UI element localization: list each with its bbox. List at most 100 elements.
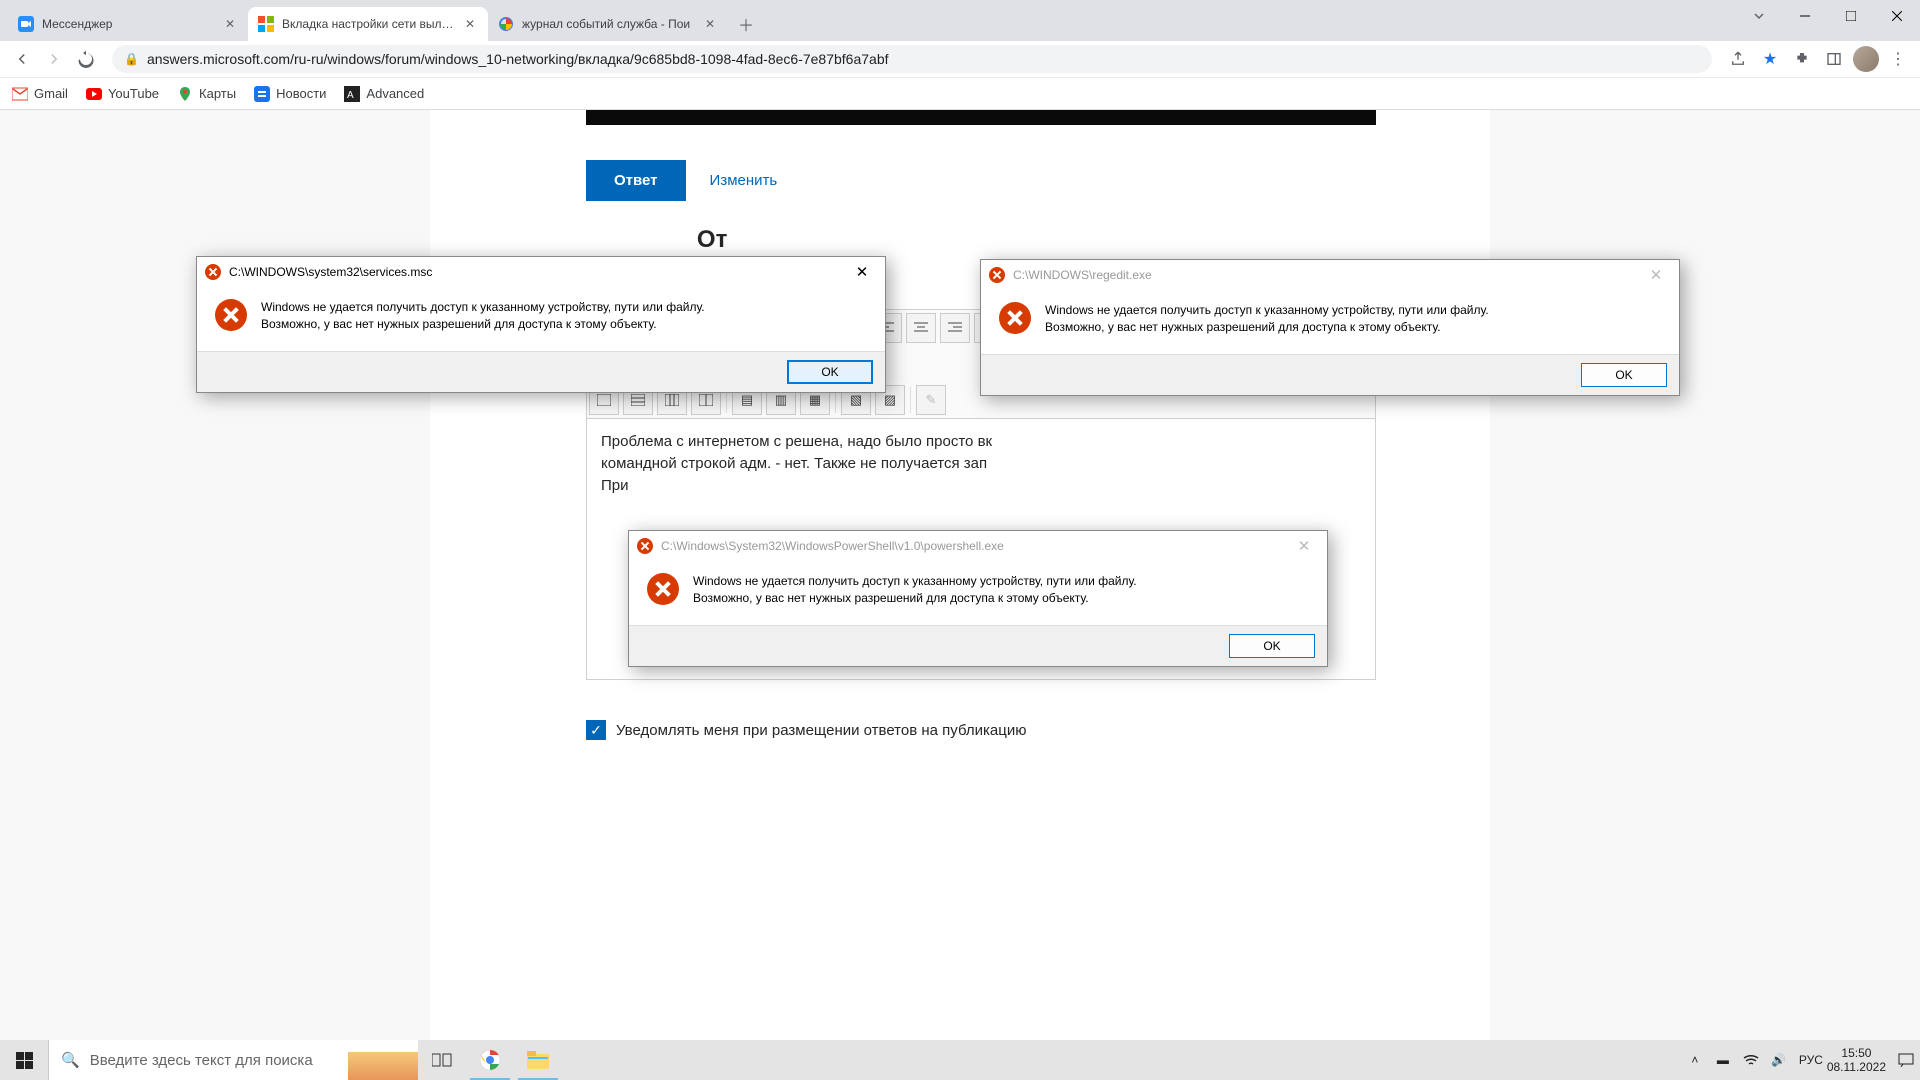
- taskbar: 🔍 Введите здесь текст для поиска ˄ ▬ 🔊 Р…: [0, 1040, 1920, 1080]
- search-placeholder: Введите здесь текст для поиска: [90, 1052, 313, 1069]
- answer-button[interactable]: Ответ: [586, 160, 686, 201]
- browser-tab-strip: Мессенджер ✕ Вкладка настройки сети выле…: [0, 0, 1920, 41]
- back-button[interactable]: [8, 45, 36, 73]
- url-input[interactable]: 🔒 answers.microsoft.com/ru-ru/windows/fo…: [112, 45, 1712, 73]
- notify-checkbox[interactable]: ✓: [586, 720, 606, 740]
- profile-avatar[interactable]: [1852, 45, 1880, 73]
- share-icon[interactable]: [1724, 45, 1752, 73]
- wifi-icon[interactable]: [1743, 1054, 1759, 1066]
- dialog-close-button[interactable]: ✕: [1641, 266, 1671, 284]
- tab-search-icon[interactable]: [1736, 0, 1782, 32]
- extensions-icon[interactable]: [1788, 45, 1816, 73]
- error-icon: [989, 267, 1005, 283]
- tab-messenger[interactable]: Мессенджер ✕: [8, 7, 248, 41]
- taskbar-chrome[interactable]: [466, 1040, 514, 1080]
- language-indicator[interactable]: РУС: [1799, 1053, 1815, 1067]
- dialog-title-text: C:\Windows\System32\WindowsPowerShell\v1…: [661, 539, 1004, 553]
- lock-icon: 🔒: [124, 52, 139, 66]
- bookmark-label: Gmail: [34, 86, 68, 101]
- search-decoration: [348, 1052, 418, 1080]
- start-button[interactable]: [0, 1040, 48, 1080]
- svg-text:A: A: [347, 90, 354, 101]
- close-icon[interactable]: ✕: [222, 16, 238, 32]
- reload-button[interactable]: [72, 45, 100, 73]
- ok-button[interactable]: OK: [1581, 363, 1667, 387]
- clock[interactable]: 15:50 08.11.2022: [1827, 1046, 1886, 1075]
- error-icon: [205, 264, 221, 280]
- bookmark-star-icon[interactable]: ★: [1756, 45, 1784, 73]
- close-icon[interactable]: ✕: [702, 16, 718, 32]
- error-icon: [647, 573, 679, 605]
- msg-line: Возможно, у вас нет нужных разрешений дл…: [1045, 320, 1441, 334]
- dialog-titlebar[interactable]: C:\Windows\System32\WindowsPowerShell\v1…: [629, 531, 1327, 561]
- tab-title: Вкладка настройки сети вылета: [282, 17, 454, 31]
- tab-google-search[interactable]: журнал событий служба - Пои ✕: [488, 7, 728, 41]
- window-close-button[interactable]: [1874, 0, 1920, 32]
- ok-button[interactable]: OK: [1229, 634, 1315, 658]
- dialog-message: Windows не удается получить доступ к ука…: [261, 299, 705, 333]
- align-center-button[interactable]: [906, 313, 936, 343]
- task-view-button[interactable]: [418, 1040, 466, 1080]
- window-controls: [1736, 0, 1920, 32]
- ok-button[interactable]: OK: [787, 360, 873, 384]
- dialog-titlebar[interactable]: C:\WINDOWS\system32\services.msc ✕: [197, 257, 885, 287]
- error-icon: [637, 538, 653, 554]
- dialog-title-text: C:\WINDOWS\system32\services.msc: [229, 265, 432, 279]
- msg-line: Возможно, у вас нет нужных разрешений дл…: [693, 591, 1089, 605]
- dialog-footer: OK: [629, 625, 1327, 666]
- dialog-close-button[interactable]: ✕: [847, 263, 877, 281]
- youtube-icon: [86, 86, 102, 102]
- date-text: 08.11.2022: [1827, 1060, 1886, 1074]
- clear-format-button[interactable]: ✎: [916, 385, 946, 415]
- address-bar: 🔒 answers.microsoft.com/ru-ru/windows/fo…: [0, 41, 1920, 78]
- dialog-close-button[interactable]: ✕: [1289, 537, 1319, 555]
- bookmark-news[interactable]: Новости: [254, 86, 326, 102]
- dialog-powershell: C:\Windows\System32\WindowsPowerShell\v1…: [628, 530, 1328, 667]
- gmail-icon: [12, 86, 28, 102]
- msg-line: Windows не удается получить доступ к ука…: [1045, 303, 1489, 317]
- volume-icon[interactable]: 🔊: [1771, 1053, 1787, 1067]
- tab-ms-answers[interactable]: Вкладка настройки сети вылета ✕: [248, 7, 488, 41]
- separator: [910, 387, 911, 413]
- editor-line: Проблема с интернетом с решена, надо был…: [601, 433, 992, 450]
- change-link[interactable]: Изменить: [686, 160, 802, 201]
- bookmark-gmail[interactable]: Gmail: [12, 86, 68, 102]
- notifications-icon[interactable]: [1898, 1053, 1914, 1067]
- news-icon: [254, 86, 270, 102]
- bookmark-label: YouTube: [108, 86, 159, 101]
- tray-chevron-icon[interactable]: ˄: [1687, 1053, 1703, 1067]
- error-icon: [215, 299, 247, 331]
- microsoft-icon: [258, 16, 274, 32]
- dialog-services: C:\WINDOWS\system32\services.msc ✕ Windo…: [196, 256, 886, 393]
- editor-line: командной строкой адм. - нет. Также не п…: [601, 455, 987, 472]
- taskbar-explorer[interactable]: [514, 1040, 562, 1080]
- maximize-button[interactable]: [1828, 0, 1874, 32]
- new-tab-button[interactable]: ＋: [732, 10, 760, 38]
- bookmarks-bar: Gmail YouTube Карты Новости A Advanced: [0, 78, 1920, 110]
- notify-row: ✓ Уведомлять меня при размещении ответов…: [586, 720, 1490, 740]
- align-right-button[interactable]: [940, 313, 970, 343]
- bookmark-youtube[interactable]: YouTube: [86, 86, 159, 102]
- dialog-body: Windows не удается получить доступ к ука…: [981, 290, 1679, 354]
- bookmark-maps[interactable]: Карты: [177, 86, 236, 102]
- tab-title: Мессенджер: [42, 17, 214, 31]
- forward-button[interactable]: [40, 45, 68, 73]
- battery-icon[interactable]: ▬: [1715, 1053, 1731, 1067]
- zoom-icon: [18, 16, 34, 32]
- editor-line: При: [601, 477, 629, 494]
- dialog-message: Windows не удается получить доступ к ука…: [693, 573, 1137, 607]
- msg-line: Возможно, у вас нет нужных разрешений дл…: [261, 317, 657, 331]
- bookmark-advanced[interactable]: A Advanced: [344, 86, 424, 102]
- taskbar-search[interactable]: 🔍 Введите здесь текст для поиска: [48, 1040, 418, 1080]
- menu-icon[interactable]: ⋮: [1884, 45, 1912, 73]
- bookmark-label: Карты: [199, 86, 236, 101]
- tab-title: журнал событий служба - Пои: [522, 17, 694, 31]
- side-panel-icon[interactable]: [1820, 45, 1848, 73]
- dialog-titlebar[interactable]: C:\WINDOWS\regedit.exe ✕: [981, 260, 1679, 290]
- close-icon[interactable]: ✕: [462, 16, 478, 32]
- minimize-button[interactable]: [1782, 0, 1828, 32]
- msg-line: Windows не удается получить доступ к ука…: [261, 300, 705, 314]
- error-icon: [999, 302, 1031, 334]
- bookmark-label: Advanced: [366, 86, 424, 101]
- msg-line: Windows не удается получить доступ к ука…: [693, 574, 1137, 588]
